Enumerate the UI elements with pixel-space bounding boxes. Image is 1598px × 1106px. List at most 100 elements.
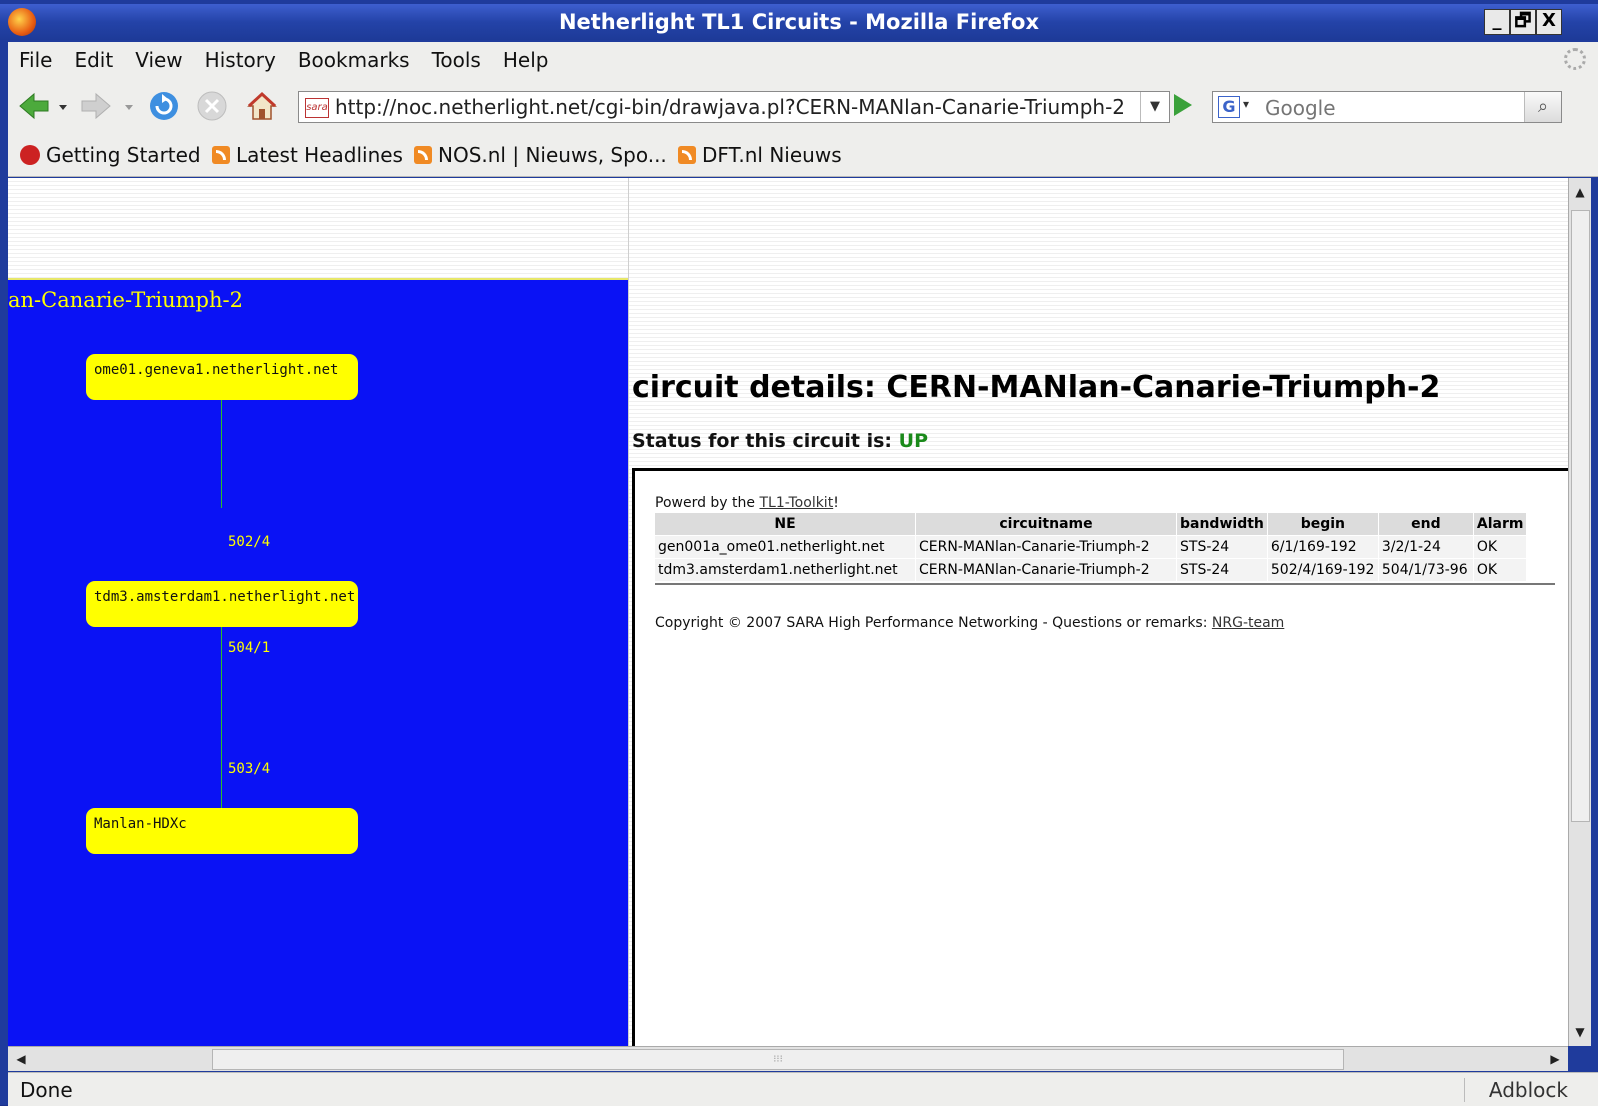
close-button[interactable]: X: [1536, 9, 1562, 35]
port-label: 504/1: [228, 640, 271, 656]
navigation-toolbar: sara http://noc.netherlight.net/cgi-bin/…: [8, 78, 1598, 134]
circuit-link: [221, 400, 222, 508]
table-cell: OK: [1473, 558, 1528, 581]
table-cell: CERN-MANlan-Canarie-Triumph-2: [915, 558, 1177, 581]
forward-dropdown-icon[interactable]: [122, 90, 136, 122]
window-title: Netherlight TL1 Circuits - Mozilla Firef…: [558, 10, 1040, 34]
bookmark-label: Getting Started: [46, 143, 201, 167]
home-icon[interactable]: [246, 90, 278, 122]
table-cell: STS-24: [1176, 558, 1268, 581]
bookmarks-toolbar: Getting Started Latest Headlines NOS.nl …: [8, 134, 1598, 177]
column-header: end: [1378, 513, 1474, 536]
port-label: 503/4: [228, 761, 271, 777]
tl1-toolkit-link[interactable]: TL1-Toolkit: [759, 495, 833, 511]
reload-icon[interactable]: [148, 90, 180, 122]
column-header: circuitname: [915, 513, 1177, 536]
browser-window: Netherlight TL1 Circuits - Mozilla Firef…: [0, 0, 1598, 1106]
network-node[interactable]: tdm3.amsterdam1.netherlight.net: [86, 581, 358, 627]
search-icon[interactable]: ⌕: [1524, 92, 1561, 122]
rss-icon: [212, 146, 230, 164]
adblock-button[interactable]: Adblock: [1463, 1078, 1568, 1102]
topology-applet[interactable]: an-Canarie-Triumph-2 ome01.geneva1.nethe…: [8, 278, 628, 1046]
topology-frame-header: [8, 178, 628, 278]
menu-help[interactable]: Help: [492, 42, 560, 72]
status-label: Status for this circuit is:: [632, 430, 893, 452]
rss-icon: [678, 146, 696, 164]
scroll-down-icon[interactable]: ▼: [1569, 1018, 1591, 1046]
back-arrow-icon[interactable]: [18, 90, 50, 122]
bookmark-latest-headlines[interactable]: Latest Headlines: [212, 143, 403, 167]
horizontal-scroll-thumb[interactable]: ⁝⁝⁝: [212, 1049, 1344, 1070]
menu-tools[interactable]: Tools: [421, 42, 492, 72]
port-label: 502/4: [228, 534, 271, 550]
throbber-icon: [1564, 48, 1586, 70]
copyright-text: Copyright © 2007 SARA High Performance N…: [655, 615, 1284, 631]
column-header: begin: [1267, 513, 1379, 536]
rss-icon: [414, 146, 432, 164]
copyright-label: Copyright © 2007 SARA High Performance N…: [655, 615, 1208, 631]
minimize-button[interactable]: _: [1484, 9, 1510, 35]
bookmark-nos[interactable]: NOS.nl | Nieuws, Spo...: [414, 143, 667, 167]
forward-arrow-icon[interactable]: [80, 90, 112, 122]
menu-edit[interactable]: Edit: [63, 42, 124, 72]
back-dropdown-icon[interactable]: [56, 90, 70, 122]
table-cell: CERN-MANlan-Canarie-Triumph-2: [915, 535, 1177, 559]
circuit-table-frame: Powerd by the TL1-Toolkit! NE circuitnam…: [632, 468, 1568, 1046]
menu-history[interactable]: History: [194, 42, 287, 72]
page-content: an-Canarie-Triumph-2 ome01.geneva1.nethe…: [8, 178, 1568, 1046]
details-frame: circuit details: CERN-MANlan-Canarie-Tri…: [630, 178, 1568, 1046]
column-header: NE: [655, 513, 916, 536]
table-cell: tdm3.amsterdam1.netherlight.net: [655, 558, 916, 581]
table-cell: 504/1/73-96: [1378, 558, 1474, 581]
bookmark-label: Latest Headlines: [236, 143, 403, 167]
firefox-icon: [20, 145, 40, 165]
table-cell: STS-24: [1176, 535, 1268, 559]
site-favicon-icon: sara: [305, 98, 329, 118]
vertical-scrollbar[interactable]: ▲ ▼: [1568, 178, 1591, 1046]
network-node[interactable]: Manlan-HDXc: [86, 808, 358, 854]
bookmark-label: NOS.nl | Nieuws, Spo...: [438, 143, 667, 167]
circuit-status: Status for this circuit is: UP: [632, 430, 928, 452]
url-text[interactable]: http://noc.netherlight.net/cgi-bin/drawj…: [335, 95, 1125, 119]
go-button[interactable]: [1174, 94, 1192, 116]
powered-prefix: Powerd by the: [655, 495, 756, 511]
menu-bar: File Edit View History Bookmarks Tools Help: [8, 42, 1598, 78]
bookmark-label: DFT.nl Nieuws: [702, 143, 842, 167]
topology-frame: an-Canarie-Triumph-2 ome01.geneva1.nethe…: [8, 178, 629, 1046]
menu-view[interactable]: View: [124, 42, 193, 72]
bookmark-getting-started[interactable]: Getting Started: [20, 143, 201, 167]
scroll-right-icon[interactable]: ▶: [1542, 1047, 1568, 1071]
network-node[interactable]: ome01.geneva1.netherlight.net: [86, 354, 358, 400]
google-engine-icon[interactable]: G: [1218, 96, 1240, 118]
stop-icon[interactable]: [196, 90, 228, 122]
horizontal-scrollbar[interactable]: ◀ ⁝⁝⁝ ▶: [8, 1046, 1568, 1071]
status-badge: UP: [898, 430, 929, 452]
title-bar[interactable]: Netherlight TL1 Circuits - Mozilla Firef…: [0, 4, 1598, 40]
table-cell: 6/1/169-192: [1267, 535, 1379, 559]
page-title: circuit details: CERN-MANlan-Canarie-Tri…: [632, 370, 1441, 405]
bookmark-dft[interactable]: DFT.nl Nieuws: [678, 143, 842, 167]
table-row: tdm3.amsterdam1.netherlight.net CERN-MAN…: [655, 558, 1528, 581]
scroll-left-icon[interactable]: ◀: [8, 1047, 34, 1071]
url-dropdown-icon[interactable]: ▼: [1140, 92, 1169, 122]
maximize-button[interactable]: 🗗: [1510, 9, 1536, 35]
divider: [655, 583, 1555, 585]
url-bar[interactable]: sara http://noc.netherlight.net/cgi-bin/…: [298, 91, 1170, 123]
column-header: bandwidth: [1176, 513, 1268, 536]
column-header: Alarm: [1473, 513, 1528, 536]
powered-by-text: Powerd by the TL1-Toolkit!: [655, 495, 839, 511]
search-input[interactable]: [1263, 95, 1527, 121]
table-row: gen001a_ome01.netherlight.net CERN-MANla…: [655, 535, 1528, 559]
table-cell: gen001a_ome01.netherlight.net: [655, 535, 916, 559]
engine-dropdown-icon[interactable]: ▾: [1243, 97, 1249, 111]
menu-bookmarks[interactable]: Bookmarks: [287, 42, 421, 72]
scroll-up-icon[interactable]: ▲: [1569, 178, 1591, 206]
nrg-team-link[interactable]: NRG-team: [1212, 615, 1284, 631]
menu-file[interactable]: File: [8, 42, 63, 72]
table-header-row: NE circuitname bandwidth begin end Alarm: [655, 513, 1528, 536]
vertical-scroll-thumb[interactable]: [1571, 210, 1590, 822]
powered-suffix: !: [833, 495, 839, 511]
search-box[interactable]: G ▾ ⌕: [1212, 91, 1562, 123]
status-text: Done: [20, 1078, 73, 1102]
circuit-link: [221, 626, 222, 810]
